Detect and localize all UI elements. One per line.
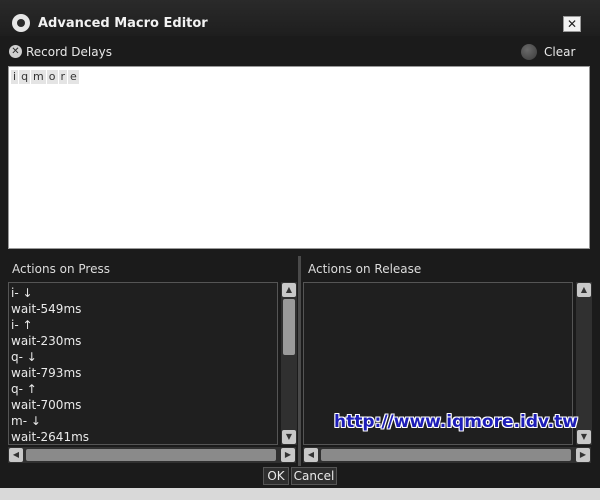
scroll-up-arrow-icon[interactable]: ▲ — [282, 283, 296, 297]
key-chip[interactable]: i — [11, 70, 19, 84]
action-item[interactable]: q- ↑ — [11, 381, 89, 397]
release-horizontal-scrollbar[interactable]: ◀ ▶ — [303, 447, 591, 463]
key-chip[interactable]: q — [19, 70, 31, 84]
key-chip[interactable]: m — [31, 70, 46, 84]
action-item[interactable]: wait-2641ms — [11, 429, 89, 444]
record-delays-label[interactable]: Record Delays — [26, 45, 112, 59]
title-bar: Advanced Macro Editor ✕ — [0, 0, 600, 36]
action-item[interactable]: wait-230ms — [11, 333, 89, 349]
press-actions-list[interactable]: i- ↓ wait-549ms i- ↑ wait-230ms q- ↓ wait-793… — [8, 282, 278, 445]
release-vertical-scrollbar[interactable]: ▲ ▼ — [576, 282, 592, 445]
key-chip[interactable]: r — [58, 70, 68, 84]
scroll-right-arrow-icon[interactable]: ▶ — [281, 448, 295, 462]
action-item[interactable]: wait-549ms — [11, 301, 89, 317]
scroll-thumb[interactable] — [283, 299, 295, 355]
action-item[interactable]: q- ↓ — [11, 349, 89, 365]
record-delays-toggle-icon[interactable]: ✕ — [9, 45, 22, 58]
macro-key-editor[interactable]: iqmore — [8, 66, 590, 249]
scroll-thumb[interactable] — [321, 449, 571, 461]
scroll-left-arrow-icon[interactable]: ◀ — [9, 448, 23, 462]
scroll-thumb[interactable] — [26, 449, 276, 461]
steelseries-logo-icon — [12, 14, 30, 32]
clear-circle-icon[interactable] — [521, 44, 537, 60]
ok-button[interactable]: OK — [263, 467, 289, 485]
press-panel-header: Actions on Press — [12, 262, 110, 276]
key-chip-list: iqmore — [11, 70, 79, 84]
action-item[interactable]: i- ↓ — [11, 285, 89, 301]
press-vertical-scrollbar[interactable]: ▲ ▼ — [281, 282, 297, 445]
key-chip[interactable]: e — [68, 70, 79, 84]
key-chip[interactable]: o — [46, 70, 58, 84]
action-item[interactable]: wait-700ms — [11, 397, 89, 413]
macro-toolbar: ✕ Record Delays Clear — [0, 38, 600, 66]
press-horizontal-scrollbar[interactable]: ◀ ▶ — [8, 447, 296, 463]
scroll-down-arrow-icon[interactable]: ▼ — [282, 430, 296, 444]
scroll-right-arrow-icon[interactable]: ▶ — [576, 448, 590, 462]
release-panel-header: Actions on Release — [308, 262, 422, 276]
cancel-button[interactable]: Cancel — [291, 467, 337, 485]
scroll-up-arrow-icon[interactable]: ▲ — [577, 283, 591, 297]
scroll-left-arrow-icon[interactable]: ◀ — [304, 448, 318, 462]
window-title: Advanced Macro Editor — [38, 16, 208, 31]
action-item[interactable]: m- ↓ — [11, 413, 89, 429]
watermark-url: http://www.iqmore.idv.tw — [334, 412, 578, 432]
scroll-down-arrow-icon[interactable]: ▼ — [577, 430, 591, 444]
panel-divider[interactable] — [298, 256, 301, 466]
action-item[interactable]: wait-793ms — [11, 365, 89, 381]
close-button[interactable]: ✕ — [563, 16, 581, 32]
clear-button[interactable]: Clear — [544, 45, 575, 59]
action-item[interactable]: i- ↑ — [11, 317, 89, 333]
background-window-strip — [0, 488, 600, 500]
